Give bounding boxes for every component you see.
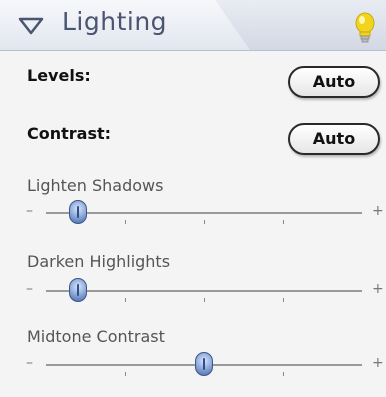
darken-highlights-label: Darken Highlights — [27, 252, 171, 271]
darken-highlights-slider[interactable]: – + — [20, 276, 386, 306]
levels-auto-button[interactable]: Auto — [288, 66, 380, 98]
plus-icon: + — [372, 281, 384, 297]
contrast-auto-button[interactable]: Auto — [288, 123, 380, 155]
minus-icon: – — [26, 355, 33, 371]
panel-header[interactable]: Lighting — [0, 0, 386, 51]
slider-track[interactable] — [46, 290, 362, 302]
lightbulb-icon[interactable] — [354, 12, 376, 44]
plus-icon: + — [372, 203, 384, 219]
slider-tick — [283, 298, 284, 302]
slider-thumb[interactable] — [68, 200, 87, 224]
slider-track[interactable] — [46, 212, 362, 224]
minus-icon: – — [26, 281, 33, 297]
lighting-panel: Lighting Levels: Auto Contrast: Auto Lig… — [0, 0, 386, 397]
slider-thumb[interactable] — [195, 352, 213, 376]
midtone-contrast-label: Midtone Contrast — [27, 327, 165, 346]
contrast-label: Contrast: — [27, 124, 112, 143]
triangle-down-icon[interactable] — [18, 17, 44, 35]
lighten-shadows-label: Lighten Shadows — [27, 176, 164, 195]
panel-title: Lighting — [62, 7, 168, 36]
slider-tick — [125, 298, 126, 302]
slider-tick — [204, 220, 205, 224]
lighten-shadows-slider[interactable]: – + — [20, 198, 386, 228]
plus-icon: + — [372, 355, 384, 371]
slider-tick — [125, 220, 126, 224]
slider-tick — [283, 372, 284, 376]
slider-thumb[interactable] — [68, 278, 87, 302]
slider-tick — [204, 298, 205, 302]
minus-icon: – — [26, 203, 33, 219]
slider-tick — [283, 220, 284, 224]
midtone-contrast-slider[interactable]: – + — [20, 350, 386, 380]
levels-label: Levels: — [27, 66, 91, 85]
slider-tick — [125, 372, 126, 376]
